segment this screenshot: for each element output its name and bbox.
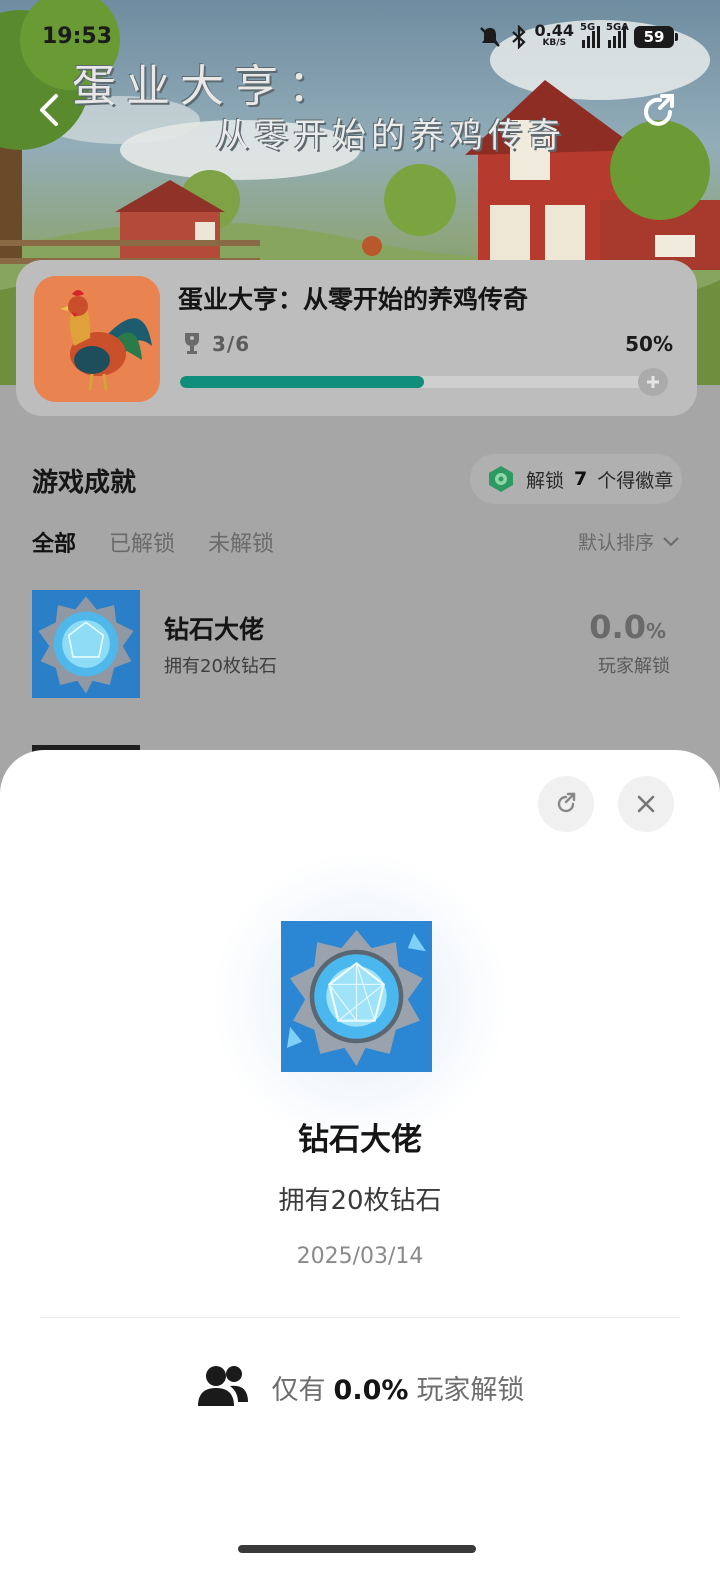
sheet-unlock-stat: 仅有 0.0% 玩家解锁 <box>0 1364 720 1410</box>
net-speed-value: 0.44 <box>534 21 574 40</box>
hero-title-line-1: 蛋业大亨： <box>72 61 342 112</box>
net-speed: 0.44 KB/S <box>534 21 574 49</box>
achievement-unlock-percent: 0.0% <box>589 608 666 646</box>
status-time: 19:53 <box>42 24 113 49</box>
game-title: 蛋业大亨：从零开始的养鸡传奇 <box>178 285 529 314</box>
sheet-close-button[interactable] <box>618 776 674 832</box>
stat-value: 0.0% <box>333 1374 409 1406</box>
badge-icon <box>489 466 513 492</box>
achievement-percent-label: 玩家解锁 <box>598 656 670 677</box>
sort-dropdown[interactable]: 默认排序 <box>578 528 680 555</box>
sheet-share-button[interactable] <box>538 776 594 832</box>
signal-5g-icon: 5G <box>580 22 600 48</box>
battery-icon: 59 <box>634 26 678 48</box>
plus-icon <box>647 376 659 388</box>
achievement-badge-large <box>281 921 432 1072</box>
achievements-section-title: 游戏成就 <box>32 468 137 498</box>
share-button[interactable] <box>638 90 682 134</box>
sheet-achievement-name: 钻石大佬 <box>298 1122 422 1158</box>
home-indicator[interactable] <box>238 1545 476 1553</box>
badge-pill-suffix: 个得徽章 <box>597 469 674 492</box>
tab-locked[interactable]: 未解锁 <box>208 526 274 558</box>
diamond-badge-icon <box>32 590 140 698</box>
sheet-achievement-description: 拥有20枚钻石 <box>278 1186 442 1216</box>
divider <box>40 1317 680 1318</box>
rooster-icon <box>34 276 160 402</box>
back-button[interactable] <box>30 88 70 132</box>
share-icon <box>557 792 576 813</box>
sort-label: 默认排序 <box>577 532 654 554</box>
achievement-percent-value: 0.0 <box>589 608 646 646</box>
share-icon <box>644 94 674 126</box>
trophy-icon <box>185 333 199 354</box>
achievement-percent-unit: % <box>645 619 666 643</box>
chevron-down-icon <box>663 536 679 546</box>
progress-bar-fill <box>180 376 424 388</box>
signal-5ga-icon: 5GA <box>606 22 629 48</box>
bell-muted-icon <box>479 27 500 47</box>
sheet-unlock-date: 2025/03/14 <box>296 1244 424 1269</box>
unlock-badge-pill[interactable]: 解锁 7 个得徽章 <box>470 454 682 504</box>
hero-title-line-2: 从零开始的养鸡传奇 <box>215 116 566 156</box>
net-speed-unit: KB/S <box>542 38 567 48</box>
unlock-stat-text: 仅有 0.0% 玩家解锁 <box>272 1368 525 1407</box>
bluetooth-icon <box>511 25 526 49</box>
progress-bar <box>180 376 668 388</box>
close-icon <box>637 795 655 813</box>
status-icons: 0.44 KB/S 5G 5GA 59 <box>477 21 678 50</box>
signal-1-label: 5G <box>580 22 596 33</box>
list-item[interactable]: 钻石大佬 拥有20枚钻石 0.0% 玩家解锁 <box>32 590 682 698</box>
stat-suffix: 玩家解锁 <box>416 1374 525 1406</box>
badge-pill-count: 7 <box>574 468 588 490</box>
achievement-progress-percent: 50% <box>625 332 673 356</box>
achievement-thumbnail <box>32 590 140 698</box>
signal-2-label: 5GA <box>606 22 629 33</box>
stat-prefix: 仅有 <box>271 1374 326 1406</box>
game-icon <box>34 276 160 402</box>
achievement-description: 拥有20枚钻石 <box>164 656 277 677</box>
badge-pill-prefix: 解锁 <box>526 469 565 492</box>
achievement-progress-count: 3/6 <box>212 332 251 356</box>
diamond-badge-icon <box>281 921 432 1072</box>
chevron-left-icon <box>40 94 58 126</box>
achievement-detail-sheet: 钻石大佬 拥有20枚钻石 2025/03/14 仅有 0.0% 玩家解锁 <box>0 750 720 1584</box>
filter-tabs: 全部 已解锁 未解锁 <box>32 526 274 558</box>
achievement-name: 钻石大佬 <box>164 615 265 644</box>
tab-all[interactable]: 全部 <box>32 526 76 558</box>
tab-unlocked[interactable]: 已解锁 <box>109 526 175 558</box>
game-card: 蛋业大亨：从零开始的养鸡传奇 3/6 50% <box>16 260 697 416</box>
users-icon <box>197 1366 248 1406</box>
progress-reward-icon[interactable] <box>638 368 668 396</box>
status-bar: 19:53 0.44 KB/S 5G 5GA 59 <box>0 18 720 58</box>
